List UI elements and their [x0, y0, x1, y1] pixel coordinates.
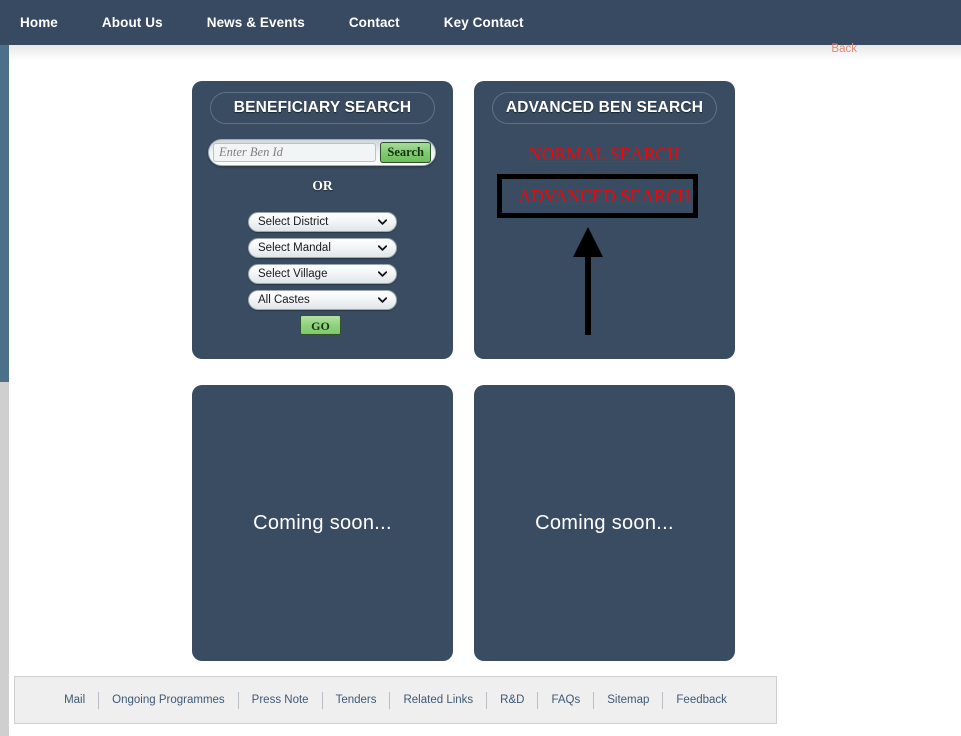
up-arrow-annotation-icon	[573, 227, 603, 335]
footer-link-faqs[interactable]: FAQs	[538, 694, 593, 706]
caste-select[interactable]: All Castes	[248, 290, 397, 310]
district-select-value: Select District	[258, 216, 329, 228]
mandal-select-wrapper: Select Mandal	[248, 238, 397, 258]
footer-links-container: Mail Ongoing Programmes Press Note Tende…	[51, 691, 740, 709]
coming-soon-text: Coming soon...	[535, 511, 674, 534]
district-select-wrapper: Select District	[248, 212, 397, 232]
search-button[interactable]: Search	[380, 142, 431, 163]
footer-link-rd[interactable]: R&D	[487, 694, 537, 706]
back-link[interactable]: Back	[831, 43, 857, 55]
ben-id-input[interactable]	[213, 143, 377, 162]
nav-item-home[interactable]: Home	[14, 0, 80, 45]
caste-select-wrapper: All Castes	[248, 290, 397, 310]
footer-link-tenders[interactable]: Tenders	[323, 694, 390, 706]
nav-item-news-events[interactable]: News & Events	[185, 0, 327, 45]
village-select[interactable]: Select Village	[248, 264, 397, 284]
chevron-down-icon	[378, 245, 387, 251]
district-select[interactable]: Select District	[248, 212, 397, 232]
village-select-wrapper: Select Village	[248, 264, 397, 284]
chevron-down-icon	[378, 271, 387, 277]
chevron-down-icon	[378, 219, 387, 225]
footer-link-ongoing-programmes[interactable]: Ongoing Programmes	[99, 694, 238, 706]
chevron-down-icon	[378, 297, 387, 303]
page-root: Home About Us News & Events Contact Key …	[0, 0, 961, 736]
footer-link-mail[interactable]: Mail	[51, 694, 98, 706]
ben-id-search-row: Search	[208, 139, 436, 166]
go-button[interactable]: GO	[300, 315, 341, 335]
advanced-search-link[interactable]: ADVANCED SEARCH	[474, 186, 735, 207]
footer-bar: Mail Ongoing Programmes Press Note Tende…	[14, 676, 777, 724]
advanced-ben-search-title: ADVANCED BEN SEARCH	[492, 92, 717, 124]
beneficiary-search-panel: BENEFICIARY SEARCH Search OR Select Dist…	[192, 81, 453, 359]
footer-link-sitemap[interactable]: Sitemap	[594, 694, 662, 706]
coming-soon-text: Coming soon...	[253, 511, 392, 534]
coming-soon-panel-right: Coming soon...	[474, 385, 735, 661]
nav-item-contact[interactable]: Contact	[327, 0, 422, 45]
village-select-value: Select Village	[258, 268, 328, 280]
page-header-gradient	[8, 45, 961, 61]
footer-link-press-note[interactable]: Press Note	[239, 694, 322, 706]
left-scrollbar-thumb[interactable]	[0, 45, 9, 382]
coming-soon-panel-left: Coming soon...	[192, 385, 453, 661]
mandal-select-value: Select Mandal	[258, 242, 331, 254]
advanced-ben-search-panel: ADVANCED BEN SEARCH NORMAL SEARCH ADVANC…	[474, 81, 735, 359]
mandal-select[interactable]: Select Mandal	[248, 238, 397, 258]
caste-select-value: All Castes	[258, 294, 310, 306]
or-separator-label: OR	[312, 178, 333, 193]
nav-item-key-contact[interactable]: Key Contact	[422, 0, 546, 45]
beneficiary-search-title: BENEFICIARY SEARCH	[210, 92, 435, 124]
normal-search-link[interactable]: NORMAL SEARCH	[474, 144, 735, 165]
top-navigation-bar: Home About Us News & Events Contact Key …	[0, 0, 961, 45]
footer-link-related-links[interactable]: Related Links	[390, 694, 486, 706]
footer-link-feedback[interactable]: Feedback	[663, 694, 740, 706]
nav-item-about-us[interactable]: About Us	[80, 0, 185, 45]
